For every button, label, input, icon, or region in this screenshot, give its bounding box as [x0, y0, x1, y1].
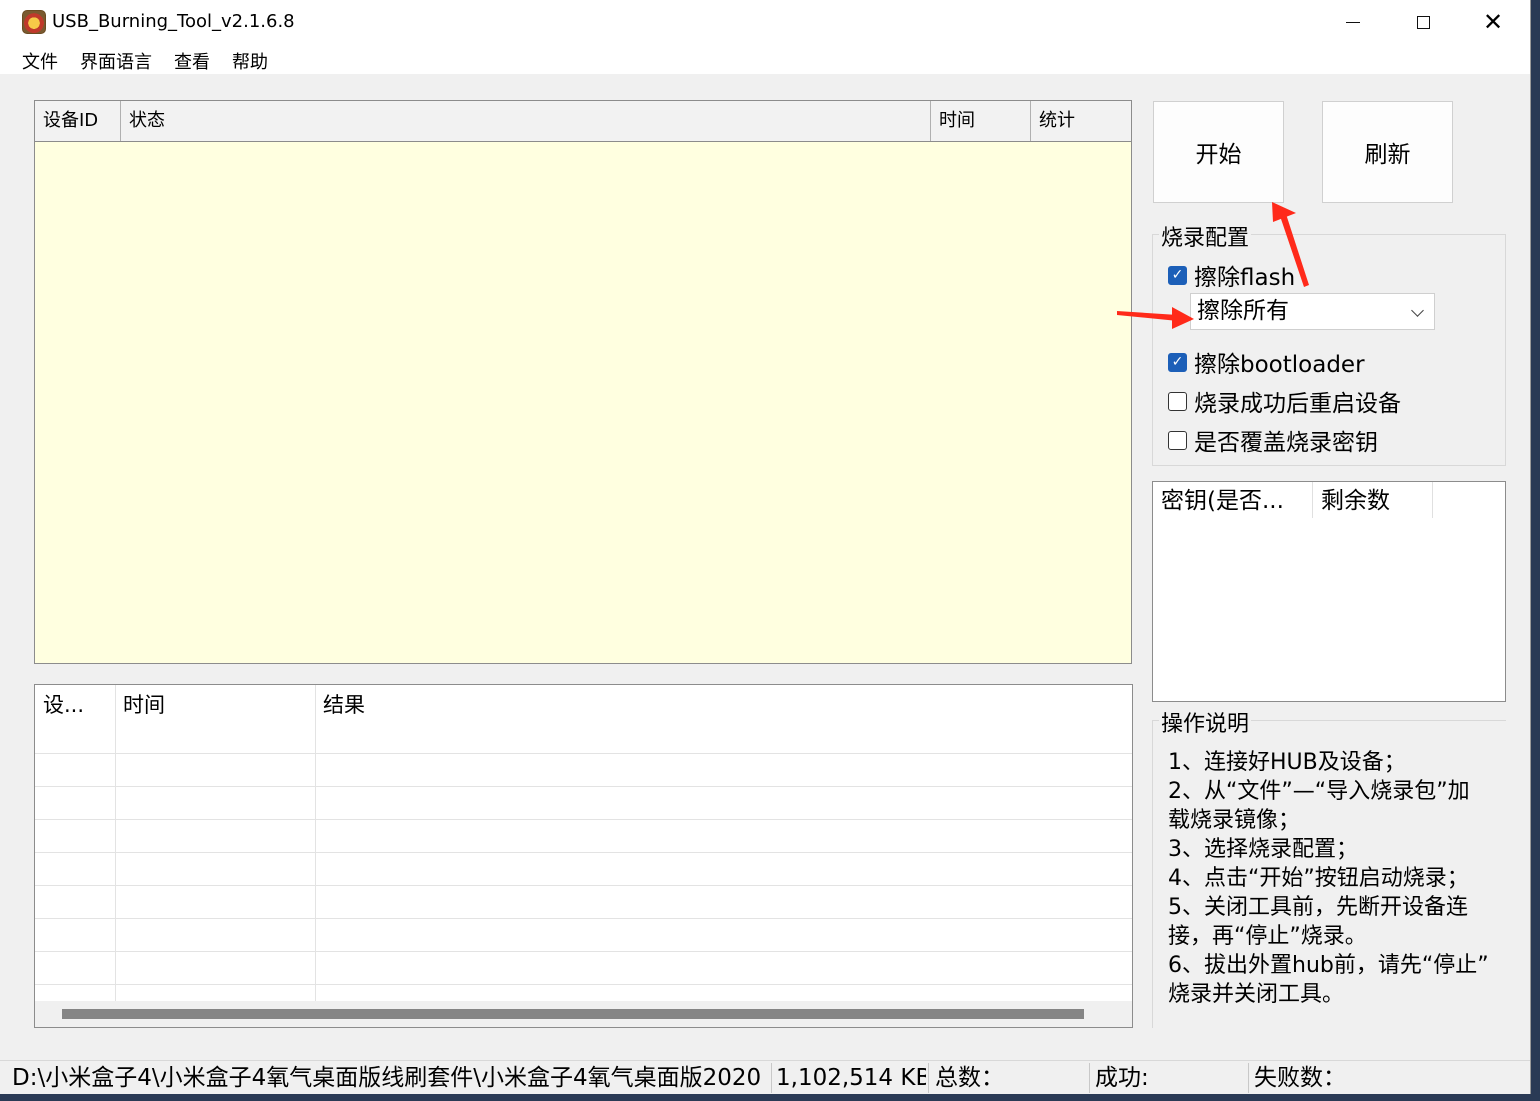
erase-mode-select[interactable]: 擦除所有 [1190, 293, 1435, 330]
column-log-device[interactable]: 设... [35, 685, 84, 721]
horizontal-scrollbar[interactable] [35, 1001, 1132, 1027]
start-button[interactable]: 开始 [1153, 101, 1284, 203]
instruction-line: 5、关闭工具前，先断开设备连 [1168, 895, 1468, 920]
instruction-line: 4、点击“开始”按钮启动烧录； [1168, 866, 1469, 891]
status-divider [771, 1063, 772, 1093]
column-time[interactable]: 时间 [931, 101, 1031, 141]
column-log-result[interactable]: 结果 [315, 685, 365, 721]
window-title: USB_Burning_Tool_v2.1.6.8 [52, 11, 295, 32]
checkbox-box [1168, 430, 1187, 450]
overwrite-key-label: 是否覆盖烧录密钥 [1194, 430, 1378, 456]
erase-flash-label: 擦除flash [1194, 265, 1296, 291]
status-divider [1089, 1063, 1090, 1093]
column-log-time[interactable]: 时间 [115, 685, 165, 721]
erase-mode-value: 擦除所有 [1197, 298, 1289, 324]
title-bar: USB_Burning_Tool_v2.1.6.8 ✕ [0, 0, 1530, 44]
device-table[interactable]: 设备ID 状态 时间 统计 [34, 100, 1132, 664]
status-success: 成功: [1095, 1065, 1149, 1091]
minimize-button[interactable] [1318, 0, 1388, 44]
column-device-id[interactable]: 设备ID [35, 101, 121, 141]
instruction-line: 3、选择烧录配置； [1168, 837, 1358, 862]
log-table-header: 设... 时间 结果 [35, 685, 1132, 721]
menu-language[interactable]: 界面语言 [80, 48, 152, 74]
check-icon: ✓ [1168, 265, 1187, 285]
instruction-line: 6、拔出外置hub前，请先“停止” [1168, 953, 1489, 978]
instruction-line: 载烧录镜像； [1168, 808, 1301, 833]
device-table-header: 设备ID 状态 时间 统计 [35, 101, 1131, 142]
status-divider [928, 1063, 929, 1093]
instruction-line: 接，再“停止”烧录。 [1168, 924, 1367, 949]
erase-flash-checkbox[interactable]: ✓ 擦除flash [1168, 258, 1295, 292]
close-icon: ✕ [1482, 8, 1504, 36]
check-icon: ✓ [1168, 352, 1187, 372]
instruction-line: 2、从“文件”—“导入烧录包”加 [1168, 779, 1470, 804]
status-total: 总数： [935, 1065, 1004, 1091]
menu-view[interactable]: 查看 [174, 48, 210, 74]
log-table[interactable]: 设... 时间 结果 [34, 684, 1133, 1028]
menu-file[interactable]: 文件 [22, 48, 58, 74]
menu-help[interactable]: 帮助 [232, 48, 268, 74]
column-divider [115, 685, 116, 1001]
minimize-icon [1346, 21, 1360, 23]
status-divider [1248, 1063, 1249, 1093]
close-button[interactable]: ✕ [1458, 0, 1528, 44]
status-path: D:\小米盒子4\小米盒子4氧气桌面版线刷套件\小米盒子4氧气桌面版2020 [12, 1065, 762, 1091]
key-table[interactable]: 密钥(是否... 剩余数 [1152, 481, 1506, 702]
column-key[interactable]: 密钥(是否... [1153, 482, 1313, 518]
chevron-down-icon [1411, 304, 1424, 317]
checkbox-box [1168, 391, 1187, 411]
menu-bar: 文件 界面语言 查看 帮助 [0, 44, 1530, 74]
app-window: USB_Burning_Tool_v2.1.6.8 ✕ 文件 界面语言 查看 帮… [0, 0, 1531, 1094]
erase-bootloader-label: 擦除bootloader [1194, 352, 1365, 378]
burn-config-legend: 烧录配置 [1159, 220, 1252, 252]
refresh-button[interactable]: 刷新 [1322, 101, 1453, 203]
overwrite-key-checkbox[interactable]: 是否覆盖烧录密钥 [1168, 423, 1378, 457]
column-stats[interactable]: 统计 [1031, 101, 1131, 141]
scrollbar-thumb[interactable] [62, 1009, 1084, 1019]
app-icon [22, 10, 46, 34]
maximize-button[interactable] [1388, 0, 1458, 44]
status-size: 1,102,514 KB [776, 1065, 926, 1091]
reboot-after-checkbox[interactable]: 烧录成功后重启设备 [1168, 384, 1401, 418]
column-divider [315, 685, 316, 1001]
status-fail: 失败数： [1254, 1065, 1346, 1091]
instructions-legend: 操作说明 [1159, 706, 1252, 738]
log-table-rows [35, 721, 1132, 985]
status-bar: D:\小米盒子4\小米盒子4氧气桌面版线刷套件\小米盒子4氧气桌面版2020 1… [0, 1060, 1530, 1094]
maximize-icon [1416, 15, 1430, 29]
column-status[interactable]: 状态 [121, 101, 931, 141]
reboot-after-label: 烧录成功后重启设备 [1194, 391, 1401, 417]
instruction-line: 1、连接好HUB及设备； [1168, 750, 1406, 775]
column-remaining[interactable]: 剩余数 [1313, 482, 1433, 518]
erase-bootloader-checkbox[interactable]: ✓ 擦除bootloader [1168, 345, 1365, 379]
instruction-line: 烧录并关闭工具。 [1168, 982, 1345, 1007]
